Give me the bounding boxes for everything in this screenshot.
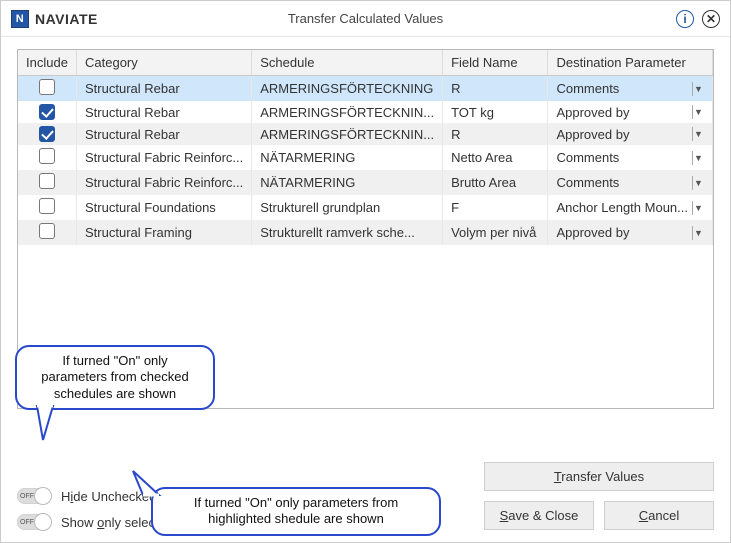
cell-field: F <box>443 195 548 220</box>
cell-dest[interactable]: Comments▼ <box>548 145 713 170</box>
dialog-title: Transfer Calculated Values <box>1 11 730 26</box>
table-row[interactable]: Structural RebarARMERINGSFÖRTECKNIN...RA… <box>18 123 713 145</box>
transfer-values-button[interactable]: Transfer Values <box>484 462 714 491</box>
table-row[interactable]: Structural FramingStrukturellt ramverk s… <box>18 220 713 245</box>
cell-dest[interactable]: Approved by▼ <box>548 220 713 245</box>
cell-dest[interactable]: Approved by▼ <box>548 123 713 145</box>
include-checkbox[interactable] <box>39 198 55 214</box>
cell-category: Structural Fabric Reinforc... <box>77 170 252 195</box>
col-category[interactable]: Category <box>77 50 252 76</box>
cell-field: Brutto Area <box>443 170 548 195</box>
table-row[interactable]: Structural RebarARMERINGSFÖRTECKNIN...TO… <box>18 101 713 123</box>
table-row[interactable]: Structural FoundationsStrukturell grundp… <box>18 195 713 220</box>
cancel-button[interactable]: Cancel <box>604 501 714 530</box>
include-checkbox[interactable] <box>39 173 55 189</box>
callout-tail-icon <box>137 475 163 497</box>
table-row[interactable]: Structural Fabric Reinforc...NÄTARMERING… <box>18 145 713 170</box>
cell-schedule: NÄTARMERING <box>252 145 443 170</box>
dialog-window: N NAVIATE Transfer Calculated Values i ✕… <box>0 0 731 543</box>
include-checkbox[interactable] <box>39 223 55 239</box>
col-include[interactable]: Include <box>18 50 77 76</box>
cell-dest[interactable]: Comments▼ <box>548 76 713 102</box>
include-checkbox[interactable] <box>39 126 55 142</box>
cell-category: Structural Foundations <box>77 195 252 220</box>
cell-dest[interactable]: Approved by▼ <box>548 101 713 123</box>
cell-schedule: ARMERINGSFÖRTECKNIN... <box>252 123 443 145</box>
toggle-show-selected[interactable]: OFF <box>17 514 51 530</box>
cell-category: Structural Fabric Reinforc... <box>77 145 252 170</box>
table-row[interactable]: Structural RebarARMERINGSFÖRTECKNINGRCom… <box>18 76 713 102</box>
table-row[interactable]: Structural Fabric Reinforc...NÄTARMERING… <box>18 170 713 195</box>
chevron-down-icon[interactable]: ▼ <box>692 82 704 96</box>
cell-field: Volym per nivå <box>443 220 548 245</box>
cell-dest[interactable]: Anchor Length Moun...▼ <box>548 195 713 220</box>
include-checkbox[interactable] <box>39 104 55 120</box>
cell-schedule: ARMERINGSFÖRTECKNING <box>252 76 443 102</box>
cell-field: R <box>443 76 548 102</box>
chevron-down-icon[interactable]: ▼ <box>692 151 704 165</box>
col-schedule[interactable]: Schedule <box>252 50 443 76</box>
cell-schedule: Strukturell grundplan <box>252 195 443 220</box>
chevron-down-icon[interactable]: ▼ <box>692 226 704 240</box>
callout-tail-icon <box>35 406 59 442</box>
cell-category: Structural Rebar <box>77 76 252 102</box>
chevron-down-icon[interactable]: ▼ <box>692 201 704 215</box>
include-checkbox[interactable] <box>39 148 55 164</box>
cell-schedule: NÄTARMERING <box>252 170 443 195</box>
cell-field: TOT kg <box>443 101 548 123</box>
callout-show-selected: If turned "On" only parameters from high… <box>151 487 441 536</box>
cell-category: Structural Framing <box>77 220 252 245</box>
col-dest[interactable]: Destination Parameter <box>548 50 713 76</box>
button-group: Transfer Values Save & Close Cancel <box>484 462 714 530</box>
chevron-down-icon[interactable]: ▼ <box>692 127 704 141</box>
include-checkbox[interactable] <box>39 79 55 95</box>
toggle-hide-unchecked[interactable]: OFF <box>17 488 51 504</box>
cell-field: Netto Area <box>443 145 548 170</box>
cell-schedule: ARMERINGSFÖRTECKNIN... <box>252 101 443 123</box>
callout-hide-unchecked: If turned "On" only parameters from chec… <box>15 345 215 410</box>
cell-category: Structural Rebar <box>77 123 252 145</box>
col-field[interactable]: Field Name <box>443 50 548 76</box>
chevron-down-icon[interactable]: ▼ <box>692 105 704 119</box>
cell-category: Structural Rebar <box>77 101 252 123</box>
titlebar: N NAVIATE Transfer Calculated Values i ✕ <box>1 1 730 37</box>
header-row: Include Category Schedule Field Name Des… <box>18 50 713 76</box>
cell-schedule: Strukturellt ramverk sche... <box>252 220 443 245</box>
save-close-button[interactable]: Save & Close <box>484 501 594 530</box>
cell-field: R <box>443 123 548 145</box>
chevron-down-icon[interactable]: ▼ <box>692 176 704 190</box>
cell-dest[interactable]: Comments▼ <box>548 170 713 195</box>
